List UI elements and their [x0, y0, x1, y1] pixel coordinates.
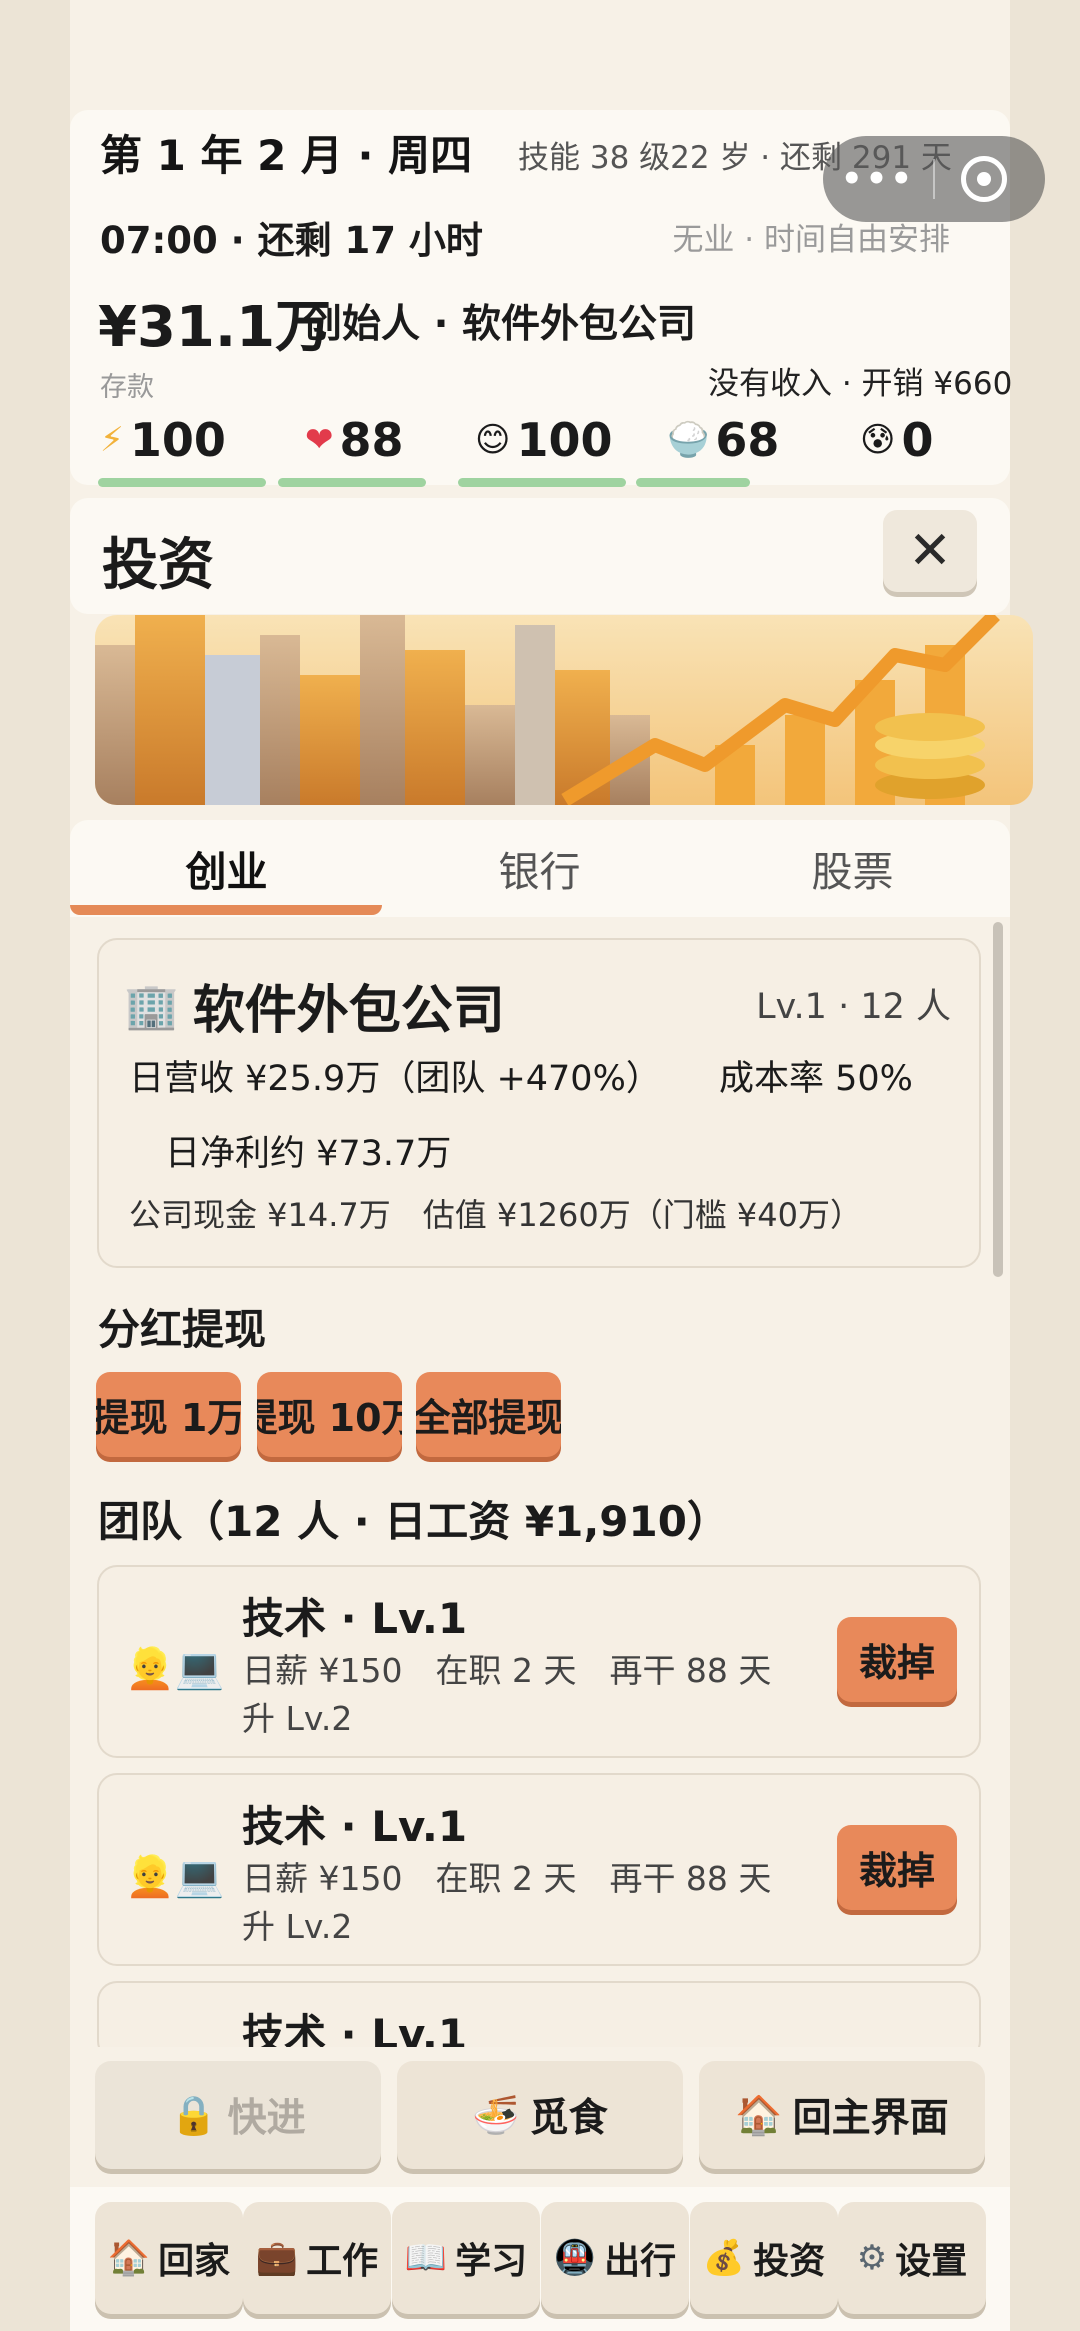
fast-forward-label: 快进 — [227, 2096, 306, 2141]
tab-bank[interactable]: 银行 — [383, 838, 696, 898]
hunger-value: 68 — [715, 413, 780, 467]
stress-value: 0 — [901, 413, 934, 467]
metro-icon: 🚇 — [553, 2238, 597, 2278]
rice-bowl-icon: 🍚 — [667, 420, 710, 460]
forage-label: 觅食 — [529, 2096, 608, 2141]
house-icon: 🏠 — [107, 2238, 151, 2278]
deposit-label: 存款 — [100, 372, 154, 403]
fire-button[interactable]: 裁掉 — [837, 1617, 957, 1702]
daily-revenue: 日营收 ¥25.9万（团队 +470%） — [129, 1059, 661, 1099]
company-name: 软件外包公司 — [192, 981, 505, 1041]
fire-button[interactable]: 裁掉 — [837, 1825, 957, 1910]
withdraw-all-button[interactable]: 全部提现 — [416, 1372, 561, 1457]
investment-tabs: 创业 银行 股票 — [70, 820, 1010, 917]
member-info: 日薪 ¥150 在职 2 天 再干 88 天升 Lv.2 — [242, 1859, 772, 1946]
heart-icon: ❤ — [305, 420, 334, 460]
mood-value: 100 — [516, 413, 613, 467]
nav-settings-label: 设置 — [895, 2241, 968, 2282]
top-spacer — [70, 0, 1010, 110]
company-card: 🏢 软件外包公司 Lv.1 · 12 人 日营收 ¥25.9万（团队 +470%… — [97, 938, 981, 1268]
team-member-card: 👱💻 技术 · Lv.1 日薪 ¥150 在职 2 天 再干 88 天升 Lv.… — [97, 1565, 981, 1758]
developer-icon: 👱💻 — [125, 1646, 225, 1692]
cost-rate: 成本率 50% — [719, 1059, 913, 1099]
bottom-nav: 🏠 回家 💼 工作 📖 学习 🚇 出行 💰 投资 ⚙ 设置 — [70, 2187, 1010, 2331]
energy-bar — [98, 478, 266, 487]
noodle-bowl-icon: 🍜 — [472, 2092, 520, 2137]
income-expense: 没有收入 · 开销 ¥660 — [708, 366, 1013, 402]
stat-mood: 😊 100 — [475, 410, 612, 470]
nav-invest[interactable]: 💰 投资 — [690, 2202, 838, 2314]
company-level: Lv.1 · 12 人 — [756, 987, 951, 1027]
more-menu-icon[interactable]: ••• — [823, 159, 933, 199]
gear-icon: ⚙ — [856, 2238, 888, 2278]
briefcase-icon: 💼 — [255, 2238, 299, 2278]
main-menu-label: 回主界面 — [792, 2096, 949, 2141]
nav-home[interactable]: 🏠 回家 — [95, 2202, 243, 2314]
dividend-title: 分红提现 — [98, 1305, 267, 1354]
energy-value: 100 — [129, 413, 226, 467]
nav-travel-label: 出行 — [604, 2241, 677, 2282]
money-amount: ¥31.1万 — [98, 295, 332, 360]
company-name-row: 🏢 软件外包公司 — [124, 968, 505, 1043]
smile-icon: 😊 — [475, 420, 511, 460]
capsule-divider — [933, 159, 935, 199]
tab-startup[interactable]: 创业 — [70, 838, 383, 898]
city-growth-illustration — [95, 615, 1033, 805]
main-menu-button[interactable]: 🏠 回主界面 — [699, 2061, 985, 2169]
game-time: 07:00 · 还剩 17 小时 — [100, 219, 483, 262]
developer-icon: 👱💻 — [125, 1854, 225, 1900]
health-value: 88 — [339, 413, 404, 467]
member-info: 日薪 ¥150 在职 2 天 再干 88 天升 Lv.2 — [242, 1651, 772, 1738]
close-button[interactable]: ✕ — [883, 510, 977, 592]
cash-and-valuation: 公司现金 ¥14.7万 估值 ¥1260万（门槛 ¥40万） — [129, 1196, 863, 1234]
close-miniprogram-icon[interactable] — [961, 156, 1007, 202]
withdraw-10k-button[interactable]: 提现 1万 — [96, 1372, 241, 1457]
action-bar: 🔒 快进 🍜 觅食 🏠 回主界面 — [70, 2047, 1010, 2187]
team-member-card: 👱💻 技术 · Lv.1 日薪 ¥150 在职 2 天 再干 88 天升 Lv.… — [97, 1773, 981, 1966]
game-date: 第 1 年 2 月 · 周四 — [100, 131, 473, 180]
member-title: 技术 · Lv.1 — [242, 1802, 468, 1851]
forage-button[interactable]: 🍜 觅食 — [397, 2061, 683, 2169]
stat-energy: ⚡ 100 — [100, 410, 226, 470]
office-building-icon: 🏢 — [124, 980, 179, 1032]
investment-banner — [95, 615, 1033, 805]
nav-work-label: 工作 — [306, 2241, 379, 2282]
nav-study[interactable]: 📖 学习 — [392, 2202, 540, 2314]
anxious-face-icon: 😰 — [860, 420, 896, 460]
nav-invest-label: 投资 — [753, 2241, 826, 2282]
active-tab-indicator — [70, 905, 382, 915]
hunger-bar — [636, 478, 750, 487]
stat-health: ❤ 88 — [305, 410, 404, 470]
nav-settings[interactable]: ⚙ 设置 — [838, 2202, 986, 2314]
nav-home-label: 回家 — [158, 2241, 231, 2282]
role-title: 创始人 · 软件外包公司 — [303, 302, 696, 347]
nav-travel[interactable]: 🚇 出行 — [541, 2202, 689, 2314]
daily-net-profit: 日净利约 ¥73.7万 — [165, 1134, 452, 1174]
lightning-icon: ⚡ — [100, 420, 124, 460]
panel-header: 投资 ✕ — [70, 498, 1010, 614]
lock-icon: 🔒 — [170, 2092, 218, 2137]
miniprogram-capsule: ••• — [823, 136, 1045, 222]
tab-stocks[interactable]: 股票 — [696, 838, 1009, 898]
nav-study-label: 学习 — [455, 2241, 528, 2282]
scrollbar[interactable] — [993, 922, 1003, 1277]
fast-forward-button[interactable]: 🔒 快进 — [95, 2061, 381, 2169]
money-bag-icon: 💰 — [702, 2238, 746, 2278]
stat-stress: 😰 0 — [860, 410, 933, 470]
book-icon: 📖 — [404, 2238, 448, 2278]
panel-title: 投资 — [102, 533, 214, 598]
team-title: 团队（12 人 · 日工资 ¥1,910） — [98, 1497, 729, 1546]
health-bar — [278, 478, 426, 487]
mood-bar — [458, 478, 626, 487]
nav-work[interactable]: 💼 工作 — [243, 2202, 391, 2314]
member-title: 技术 · Lv.1 — [242, 1594, 468, 1643]
withdraw-100k-button[interactable]: 提现 10万 — [257, 1372, 402, 1457]
house-icon: 🏠 — [735, 2092, 783, 2137]
stat-hunger: 🍚 68 — [667, 410, 779, 470]
